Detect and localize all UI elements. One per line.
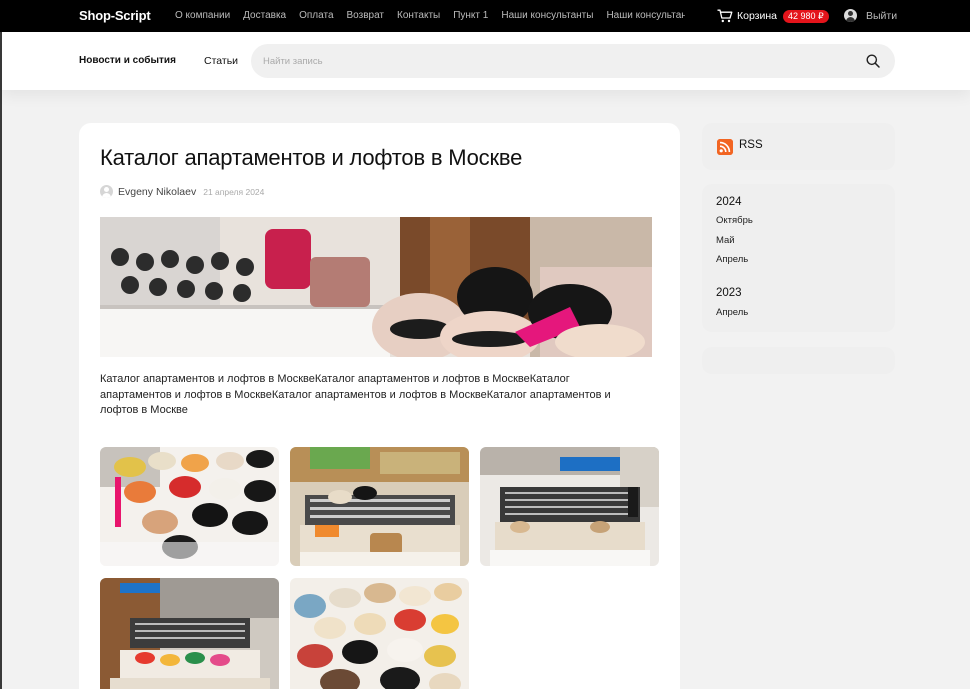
archive-month[interactable]: Апрель (716, 254, 748, 265)
site-logo[interactable]: Shop-Script (79, 8, 151, 23)
top-nav-item-contacts[interactable]: Контакты (397, 10, 440, 21)
cart-link[interactable]: Корзина 42 980 ₽ (717, 8, 829, 24)
user-icon (844, 9, 857, 22)
window-edge (0, 32, 2, 689)
archive-month[interactable]: Май (716, 235, 735, 246)
nav-news-events[interactable]: Новости и события (79, 55, 176, 66)
search-bar (251, 44, 895, 78)
archive-year[interactable]: 2024 (716, 196, 742, 208)
post-title: Каталог апартаментов и лофтов в Москве (100, 145, 523, 170)
top-nav-item-about[interactable]: О компании (175, 10, 230, 21)
post-meta: Evgeny Nikolaev 21 апреля 2024 (100, 185, 264, 198)
sidebar-empty-widget (702, 347, 895, 374)
post-card: Каталог апартаментов и лофтов в Москве E… (79, 123, 680, 689)
top-nav-item-return[interactable]: Возврат (347, 10, 385, 21)
top-nav: О компании Доставка Оплата Возврат Контакты П… (175, 10, 685, 24)
gallery-image[interactable] (100, 447, 279, 566)
cart-label: Корзина (737, 10, 777, 22)
blog-header: Новости и события Статьи (2, 32, 970, 90)
archive-month[interactable]: Апрель (716, 307, 748, 318)
logout-label: Выйти (866, 9, 898, 22)
archive-year[interactable]: 2023 (716, 287, 742, 299)
top-nav-item-point-1[interactable]: Пункт 1 (453, 10, 488, 21)
top-nav-item-consultants[interactable]: Наши консультанты (501, 10, 593, 21)
rss-icon (717, 139, 733, 155)
top-nav-item-delivery[interactable]: Доставка (243, 10, 286, 21)
post-body-text: Каталог апартаментов и лофтов в МосквеКа… (100, 373, 611, 416)
gallery-image[interactable] (290, 578, 469, 689)
top-nav-item-consultants-2[interactable]: Наши консультанты (606, 10, 685, 21)
logout-link[interactable]: Выйти (844, 9, 897, 22)
rss-label: RSS (739, 139, 763, 151)
cart-total-badge: 42 980 ₽ (783, 9, 829, 23)
top-nav-item-payment[interactable]: Оплата (299, 10, 333, 21)
post-date: 21 апреля 2024 (203, 186, 265, 197)
gallery-image[interactable] (290, 447, 469, 566)
rss-link[interactable]: RSS (702, 123, 895, 170)
search-icon[interactable] (865, 53, 881, 69)
cart-icon (717, 9, 733, 23)
gallery-image[interactable] (100, 578, 279, 689)
post-author[interactable]: Evgeny Nikolaev (118, 186, 196, 198)
nav-articles[interactable]: Статьи (204, 55, 238, 67)
post-hero-image (100, 217, 652, 357)
search-input[interactable] (263, 52, 853, 70)
top-bar: Shop-Script О компании Доставка Оплата Возв… (0, 0, 970, 32)
gallery-image[interactable] (480, 447, 659, 566)
archive-month[interactable]: Октябрь (716, 215, 753, 226)
archive-widget: 2024 Октябрь Май Апрель 2023 Апрель (702, 184, 895, 332)
author-avatar-icon (100, 185, 113, 198)
